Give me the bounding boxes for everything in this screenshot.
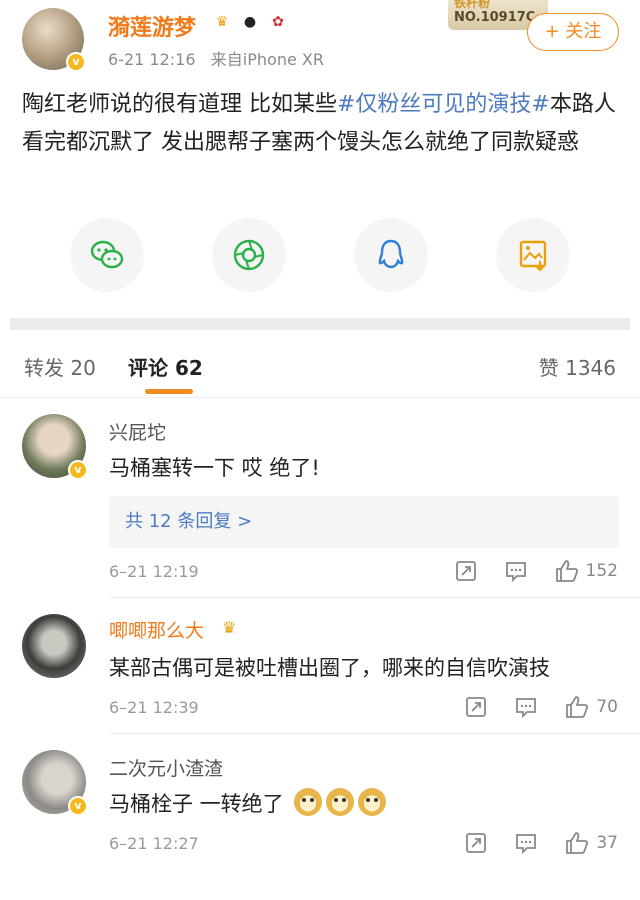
- panda-icon: ●: [243, 14, 257, 30]
- wechat-icon: [90, 240, 124, 269]
- forward-button[interactable]: [454, 559, 478, 583]
- post-time: 6-21 12:16: [108, 50, 196, 69]
- thumbs-up-icon: [555, 560, 578, 582]
- post-meta: 6-21 12:16 来自iPhone XR: [108, 46, 324, 70]
- section-divider: [10, 318, 630, 330]
- share-qq-button[interactable]: [354, 218, 428, 292]
- like-count: 70: [596, 697, 618, 717]
- tab-likes[interactable]: 赞 1346: [539, 352, 616, 381]
- comment-text: 马桶栓子 一转绝了: [109, 788, 387, 818]
- comment-item: v 二次元小渣渣 马桶栓子 一转绝了 6–21 12:27 37: [0, 734, 640, 884]
- post-card: v 漪莲游梦 ♛ ● ✿ 6-21 12:16 来自iPhone XR 铁杆粉 …: [0, 0, 640, 318]
- verified-badge-icon: v: [68, 796, 88, 816]
- doge-emoji-icon: [358, 788, 387, 816]
- share-moments-button[interactable]: [212, 218, 286, 292]
- post-text-before: 陶红老师说的很有道理 比如某些: [22, 92, 337, 117]
- comment-actions: 70: [438, 694, 618, 720]
- forward-icon: [455, 561, 476, 581]
- bow-icon: ✿: [272, 14, 284, 30]
- doge-emoji-icon: [294, 788, 323, 816]
- reply-button[interactable]: [504, 559, 528, 583]
- tab-comments[interactable]: 评论 62: [128, 352, 203, 381]
- commenter-avatar[interactable]: [22, 614, 86, 678]
- commenter-name[interactable]: 二次元小渣渣: [109, 754, 223, 781]
- commenter-name[interactable]: 唧唧那么大: [109, 616, 204, 643]
- comment-icon: [505, 562, 526, 583]
- share-wechat-button[interactable]: [70, 218, 144, 292]
- commenter-avatar[interactable]: v: [22, 414, 88, 480]
- comment-actions: 37: [438, 830, 618, 856]
- comment-item: v 兴屁坨 马桶塞转一下 哎 绝了! 共 12 条回复 > 6–21 12:19…: [0, 400, 640, 598]
- forward-button[interactable]: [464, 831, 488, 855]
- like-count: 37: [596, 833, 618, 853]
- author-avatar[interactable]: v: [22, 8, 86, 72]
- comment-time: 6–21 12:19: [109, 562, 199, 581]
- thumbs-up-icon: [566, 696, 589, 718]
- moments-icon: [233, 239, 265, 271]
- save-image-button[interactable]: [496, 218, 570, 292]
- save-image-icon: [519, 240, 547, 272]
- crown-icon: ♛: [215, 14, 229, 30]
- post-source: 来自iPhone XR: [210, 50, 324, 69]
- thumbs-up-icon: [566, 832, 589, 854]
- follow-button[interactable]: + 关注: [527, 13, 619, 51]
- comment-actions: 152: [428, 558, 618, 584]
- replies-link[interactable]: 共 12 条回复 >: [109, 496, 619, 548]
- like-button[interactable]: 152: [554, 558, 618, 584]
- author-name[interactable]: 漪莲游梦: [108, 10, 196, 42]
- verified-badge-icon: v: [68, 460, 88, 480]
- comment-text: 马桶塞转一下 哎 绝了!: [109, 456, 320, 480]
- post-body: 陶红老师说的很有道理 比如某些#仅粉丝可见的演技#本路人看完都沉默了 发出腮帮子…: [22, 86, 622, 162]
- comment-icon: [516, 834, 537, 855]
- author-badges: ♛ ● ✿: [210, 10, 290, 34]
- fan-card-number: NO.10917C: [454, 10, 536, 25]
- share-row: [0, 218, 640, 294]
- forward-icon: [466, 697, 487, 717]
- comment-text-body: 马桶栓子 一转绝了: [109, 792, 284, 816]
- like-button[interactable]: 37: [564, 830, 618, 856]
- forward-icon: [466, 833, 487, 853]
- comment-item: 唧唧那么大 ♛ 某部古偶可是被吐槽出圈了，哪来的自信吹演技 6–21 12:39…: [0, 598, 640, 734]
- doge-emoji-icon: [326, 788, 355, 816]
- comment-time: 6–21 12:27: [109, 834, 199, 853]
- forward-button[interactable]: [464, 695, 488, 719]
- like-button[interactable]: 70: [564, 694, 618, 720]
- reply-button[interactable]: [514, 695, 538, 719]
- post-hashtag[interactable]: #仅粉丝可见的演技#: [337, 92, 550, 117]
- tab-repost[interactable]: 转发 20: [24, 352, 96, 381]
- like-count: 152: [585, 561, 618, 581]
- comment-time: 6–21 12:39: [109, 698, 199, 717]
- verified-badge-icon: v: [66, 52, 86, 72]
- crown-icon: ♛: [222, 618, 237, 637]
- active-tab-indicator: [145, 389, 193, 394]
- interaction-tabs: 转发 20 评论 62 赞 1346: [0, 330, 640, 398]
- commenter-name[interactable]: 兴屁坨: [109, 418, 166, 445]
- qq-icon: [378, 239, 404, 269]
- commenter-avatar[interactable]: v: [22, 750, 88, 816]
- reply-button[interactable]: [514, 831, 538, 855]
- comment-text: 某部古偶可是被吐槽出圈了，哪来的自信吹演技: [109, 656, 550, 680]
- comment-icon: [516, 698, 537, 719]
